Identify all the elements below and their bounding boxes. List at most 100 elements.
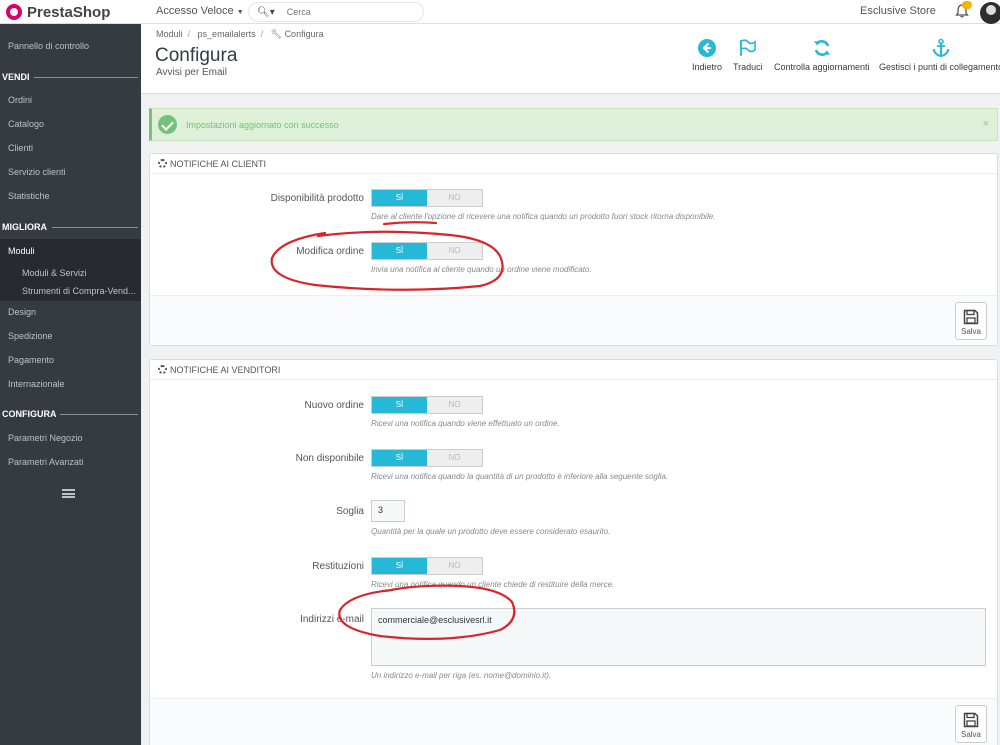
page-header: Moduli / ps_emailalerts / 🔧︎ Configura Con… bbox=[141, 24, 1000, 94]
manage-hooks-button[interactable]: Gestisci i punti di collegamento bbox=[879, 38, 1000, 72]
switch-no[interactable]: NO bbox=[427, 243, 482, 259]
returns-switch[interactable]: SÌ NO bbox=[371, 557, 483, 575]
switch-yes[interactable]: SÌ bbox=[372, 450, 427, 466]
new-order-switch[interactable]: SÌ NO bbox=[371, 396, 483, 414]
help-text: Dare al cliente l'opzione di ricevere un… bbox=[371, 212, 716, 221]
prestashop-logo[interactable]: PrestaShop bbox=[6, 3, 110, 21]
order-edit-switch[interactable]: SÌ NO bbox=[371, 242, 483, 260]
search-box: 🔍︎▾ bbox=[248, 2, 424, 22]
sidebar-item-orders[interactable]: Ordini bbox=[0, 89, 141, 111]
close-icon[interactable]: × bbox=[983, 118, 989, 130]
avatar[interactable] bbox=[980, 2, 1000, 24]
wrench-icon: 🔧︎ bbox=[270, 29, 283, 39]
back-label: Indietro bbox=[692, 62, 723, 72]
refresh-icon bbox=[813, 40, 830, 56]
translate-label: Traduci bbox=[733, 62, 763, 72]
cogs-icon bbox=[158, 365, 167, 374]
switch-no[interactable]: NO bbox=[427, 450, 482, 466]
sidebar-section-configura: CONFIGURA bbox=[0, 406, 141, 422]
switch-yes[interactable]: SÌ bbox=[372, 190, 427, 206]
help-text: Invia una notifica al cliente quando un … bbox=[371, 265, 592, 274]
sidebar-section-vendi: VENDI bbox=[0, 69, 141, 85]
switch-yes[interactable]: SÌ bbox=[372, 558, 427, 574]
anchor-icon bbox=[932, 38, 950, 58]
sidebar-item-payment[interactable]: Pagamento bbox=[0, 349, 141, 371]
sidebar-item-stats[interactable]: Statistiche bbox=[0, 185, 141, 207]
section-label: CONFIGURA bbox=[2, 409, 57, 419]
floppy-disk-icon bbox=[963, 712, 979, 728]
floppy-disk-icon bbox=[963, 309, 979, 325]
quick-access-dropdown[interactable]: Accesso Veloce ▼ bbox=[156, 5, 244, 17]
top-header: PrestaShop Accesso Veloce ▼ 🔍︎▾ Esclusiv… bbox=[0, 0, 1000, 24]
sidebar-item-shop-params[interactable]: Parametri Negozio bbox=[0, 427, 141, 449]
check-updates-label: Controlla aggiornamenti bbox=[774, 62, 870, 72]
section-label: MIGLIORA bbox=[2, 222, 47, 232]
sidebar-item-service[interactable]: Servizio clienti bbox=[0, 161, 141, 183]
divider bbox=[60, 414, 138, 415]
notification-badge bbox=[962, 1, 972, 9]
out-of-stock-switch[interactable]: SÌ NO bbox=[371, 449, 483, 467]
switch-yes[interactable]: SÌ bbox=[372, 397, 427, 413]
breadcrumb: Moduli / ps_emailalerts / 🔧︎ Configura bbox=[156, 29, 324, 39]
switch-no[interactable]: NO bbox=[427, 397, 482, 413]
switch-yes[interactable]: SÌ bbox=[372, 243, 427, 259]
puffin-logo-icon bbox=[6, 4, 22, 20]
translate-button[interactable]: Traduci bbox=[733, 38, 763, 72]
check-circle-icon bbox=[158, 115, 177, 134]
product-availability-switch[interactable]: SÌ NO bbox=[371, 189, 483, 207]
panel-heading: NOTIFICHE AI VENDITORI bbox=[150, 360, 997, 380]
sidebar-item-modules[interactable]: Moduli bbox=[0, 239, 141, 263]
quick-access-label: Accesso Veloce bbox=[156, 5, 234, 17]
success-alert: Impostazioni aggiornato con successo × bbox=[149, 108, 998, 141]
order-edit-label: Modifica ordine bbox=[296, 246, 364, 257]
divider bbox=[34, 77, 138, 78]
returns-label: Restituzioni bbox=[312, 561, 364, 572]
search-input[interactable] bbox=[286, 7, 407, 17]
sidebar-item-catalog[interactable]: Catalogo bbox=[0, 113, 141, 135]
panel-footer: Salva bbox=[150, 698, 997, 745]
customer-notifications-panel: NOTIFICHE AI CLIENTI Disponibilità prodo… bbox=[149, 153, 998, 346]
sidebar-item-advanced-params[interactable]: Parametri Avanzati bbox=[0, 451, 141, 473]
email-addresses-textarea[interactable]: commerciale@esclusivesrl.it bbox=[371, 608, 986, 666]
sidebar-item-customers[interactable]: Clienti bbox=[0, 137, 141, 159]
merchant-notifications-panel: NOTIFICHE AI VENDITORI Nuovo ordine SÌ N… bbox=[149, 359, 998, 745]
help-text: Ricevi una notifica quando un cliente ch… bbox=[371, 580, 615, 589]
section-label: VENDI bbox=[2, 72, 30, 82]
switch-no[interactable]: NO bbox=[427, 190, 482, 206]
new-order-label: Nuovo ordine bbox=[304, 400, 364, 411]
search-icon[interactable]: 🔍︎▾ bbox=[257, 7, 275, 18]
sidebar-item-marketplace[interactable]: Strumenti di Compra-Vend... bbox=[0, 283, 141, 301]
save-button[interactable]: Salva bbox=[955, 302, 987, 340]
panel-footer: Salva bbox=[150, 295, 997, 345]
page-subtitle: Avvisi per Email bbox=[156, 67, 227, 78]
sidebar: Pannello di controllo VENDI Ordini Catal… bbox=[0, 24, 141, 745]
threshold-label: Soglia bbox=[336, 506, 364, 517]
save-label: Salva bbox=[960, 327, 981, 336]
sidebar-item-dashboard[interactable]: Pannello di controllo bbox=[0, 35, 141, 57]
flag-icon bbox=[739, 39, 756, 56]
store-link[interactable]: Esclusive Store bbox=[860, 5, 936, 17]
help-text: Ricevi una notifica quando la quantità d… bbox=[371, 472, 669, 481]
sidebar-item-design[interactable]: Design bbox=[0, 301, 141, 323]
email-addresses-label: Indirizzi e-mail bbox=[300, 614, 364, 625]
help-text: Ricevi una notifica quando viene effettu… bbox=[371, 419, 560, 428]
save-button[interactable]: Salva bbox=[955, 705, 987, 743]
breadcrumb-item[interactable]: Moduli bbox=[156, 29, 183, 39]
sidebar-item-international[interactable]: Internazionale bbox=[0, 373, 141, 395]
check-updates-button[interactable]: Controlla aggiornamenti bbox=[774, 38, 870, 72]
help-text: Quantità per la quale un prodotto deve e… bbox=[371, 527, 611, 536]
panel-title: NOTIFICHE AI VENDITORI bbox=[170, 365, 281, 375]
switch-no[interactable]: NO bbox=[427, 558, 482, 574]
threshold-input[interactable]: 3 bbox=[371, 500, 405, 522]
panel-heading: NOTIFICHE AI CLIENTI bbox=[150, 154, 997, 174]
divider bbox=[52, 227, 138, 228]
menu-collapse-icon[interactable] bbox=[62, 489, 75, 498]
sidebar-item-modules-services[interactable]: Moduli & Servizi bbox=[0, 263, 141, 283]
alert-message: Impostazioni aggiornato con successo bbox=[186, 120, 339, 130]
sidebar-item-shipping[interactable]: Spedizione bbox=[0, 325, 141, 347]
breadcrumb-item[interactable]: ps_emailalerts bbox=[198, 29, 256, 39]
panel-title: NOTIFICHE AI CLIENTI bbox=[170, 159, 267, 169]
cogs-icon bbox=[158, 159, 167, 168]
back-button[interactable]: Indietro bbox=[692, 38, 722, 72]
help-text: Un indirizzo e-mail per riga (es. nome@d… bbox=[371, 671, 552, 680]
